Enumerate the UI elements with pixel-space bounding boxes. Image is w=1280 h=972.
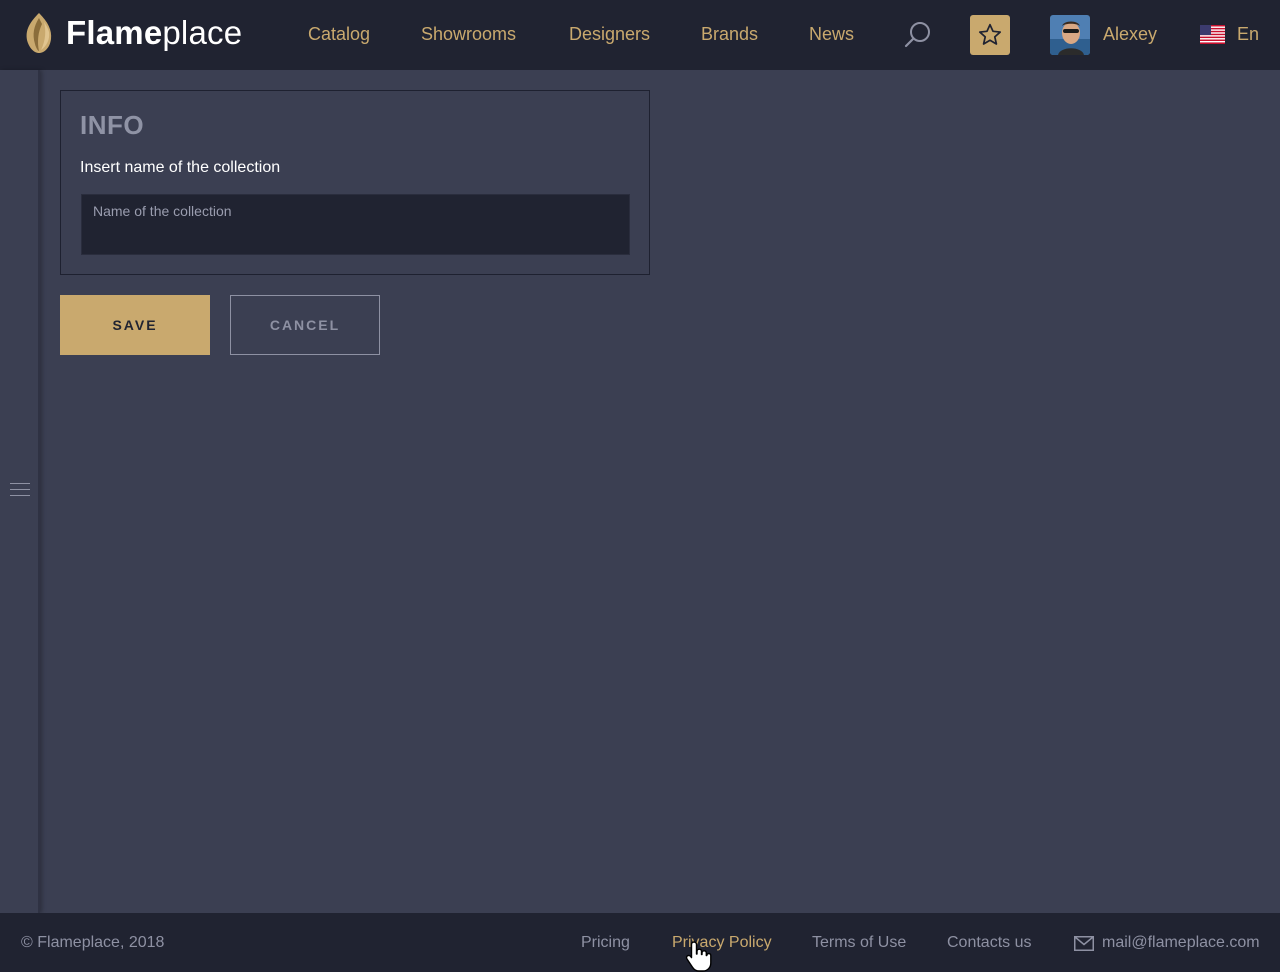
nav-catalog[interactable]: Catalog: [308, 24, 370, 45]
cancel-button[interactable]: CANCEL: [230, 295, 380, 355]
favorites-button[interactable]: [970, 15, 1010, 55]
footer: © Flameplace, 2018 Pricing Privacy Polic…: [0, 913, 1280, 972]
collection-name-label: Insert name of the collection: [80, 159, 281, 176]
hamburger-menu-icon[interactable]: [10, 483, 30, 499]
copyright: © Flameplace, 2018: [21, 934, 165, 951]
avatar[interactable]: [1050, 15, 1090, 55]
nav-designers[interactable]: Designers: [569, 24, 650, 45]
search-icon[interactable]: [903, 20, 933, 50]
language-selector[interactable]: En: [1237, 24, 1259, 45]
mail-icon: [1074, 936, 1094, 951]
footer-link-terms-of-use[interactable]: Terms of Use: [812, 934, 906, 952]
side-panel-toggle-strip: [0, 70, 40, 913]
panel-title: INFO: [80, 110, 145, 140]
top-header: Flameplace Catalog Showrooms Designers B…: [0, 0, 1280, 70]
info-panel: INFO Insert name of the collection: [60, 90, 650, 275]
us-flag-icon[interactable]: [1200, 25, 1225, 44]
flame-logo-icon: [26, 13, 52, 53]
nav-news[interactable]: News: [809, 24, 854, 45]
footer-link-pricing[interactable]: Pricing: [581, 934, 630, 952]
footer-email-link[interactable]: mail@flameplace.com: [1102, 934, 1260, 952]
footer-link-privacy-policy[interactable]: Privacy Policy: [672, 934, 772, 952]
nav-showrooms[interactable]: Showrooms: [421, 24, 516, 45]
collection-name-input[interactable]: [81, 194, 630, 255]
brand-name: Flameplace: [66, 14, 243, 51]
user-name[interactable]: Alexey: [1103, 24, 1157, 45]
brand-logo[interactable]: Flameplace: [22, 11, 242, 55]
star-icon: [978, 23, 1002, 45]
nav-brands[interactable]: Brands: [701, 24, 758, 45]
footer-link-contacts-us[interactable]: Contacts us: [947, 934, 1031, 952]
save-button[interactable]: SAVE: [60, 295, 210, 355]
